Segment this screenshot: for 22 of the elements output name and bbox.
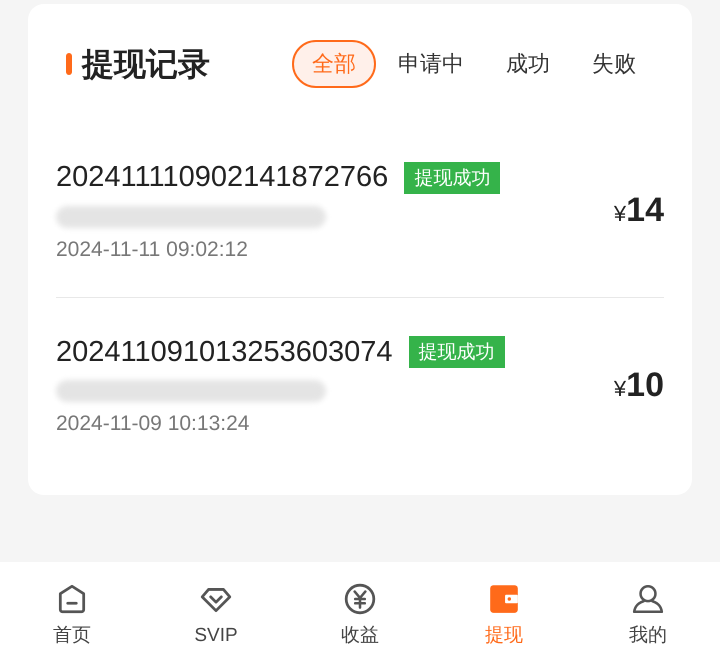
status-badge: 提现成功 bbox=[408, 336, 505, 368]
currency-symbol: ¥ bbox=[614, 374, 626, 402]
filter-tab[interactable]: 成功 bbox=[486, 40, 570, 88]
record-time: 2024-11-09 10:13:24 bbox=[56, 411, 250, 437]
nav-tab[interactable]: 首页 bbox=[0, 562, 144, 660]
accent-bar bbox=[66, 53, 72, 75]
filter-tab[interactable]: 失败 bbox=[572, 40, 656, 88]
nav-tab[interactable]: SVIP bbox=[144, 562, 288, 660]
user-icon bbox=[631, 582, 665, 616]
page-title: 提现记录 bbox=[82, 44, 210, 85]
amount: 10 bbox=[626, 364, 664, 406]
filter-tab[interactable]: 申请中 bbox=[378, 40, 484, 88]
currency-symbol: ¥ bbox=[614, 200, 626, 228]
order-number: 202411091013253603074 bbox=[56, 334, 393, 370]
wallet-icon bbox=[487, 582, 521, 616]
yen-coin-icon bbox=[343, 582, 377, 616]
nav-tab[interactable]: 收益 bbox=[288, 562, 432, 660]
status-badge: 提现成功 bbox=[404, 162, 500, 194]
amount: 14 bbox=[626, 190, 664, 231]
order-number: 202411110902141872766 bbox=[56, 160, 388, 195]
record-time: 2024-11-11 09:02:12 bbox=[56, 236, 249, 262]
nav-tab[interactable]: 我的 bbox=[576, 562, 720, 660]
